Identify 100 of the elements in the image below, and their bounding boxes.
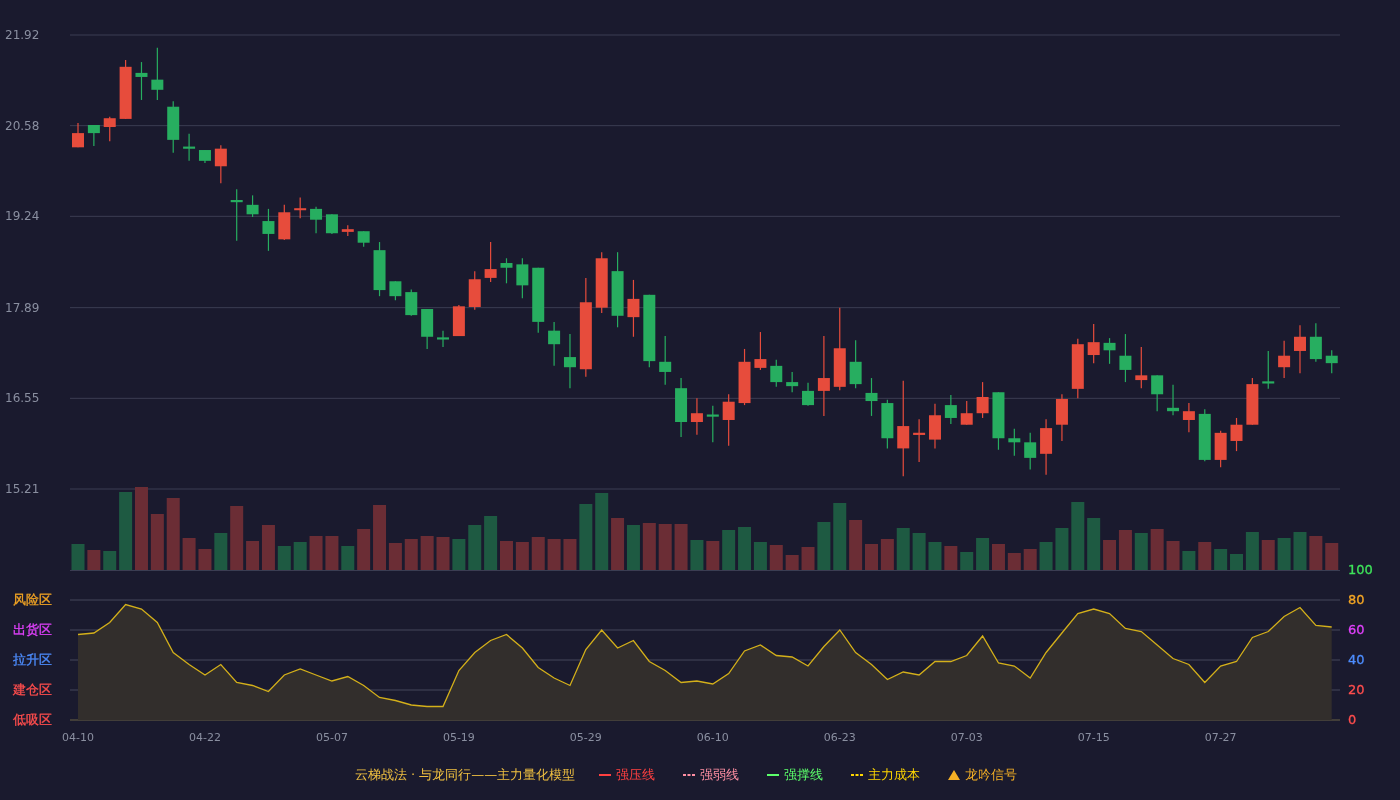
candlestick (151, 47, 164, 101)
candlestick (389, 280, 402, 301)
candlestick (865, 377, 878, 417)
legend-label: 强弱线 (700, 766, 740, 784)
axis-label: 07-03 (950, 731, 983, 744)
axis-label: 20 (1348, 682, 1365, 697)
candlestick (1024, 432, 1037, 470)
candlestick (1119, 333, 1132, 383)
axis-label: 06-23 (823, 731, 856, 744)
legend-label: 龙吟信号 (965, 766, 1018, 784)
candlestick (706, 405, 719, 443)
candlestick (595, 251, 608, 314)
axis-label: 06-10 (696, 731, 729, 744)
candlestick (1294, 324, 1306, 374)
candlestick (230, 188, 243, 242)
axis-label: 05-19 (442, 731, 475, 744)
candlestick (627, 279, 640, 338)
candlestick (1214, 430, 1227, 468)
candlestick (1309, 322, 1322, 363)
axis-label: 04-22 (189, 731, 221, 744)
candlestick (786, 371, 799, 393)
candlestick (135, 61, 148, 101)
candlestick (563, 333, 576, 389)
candlestick (262, 208, 275, 252)
axis-label: 17.89 (5, 300, 40, 315)
candlestick (1262, 350, 1275, 390)
candlestick (944, 394, 957, 425)
zone-label: 出货区 (13, 622, 52, 637)
zone-label: 建仓区 (13, 682, 52, 697)
candlestick (770, 359, 783, 388)
candlestick (548, 321, 561, 367)
candlestick (1055, 393, 1068, 442)
axis-label: 40 (1348, 652, 1365, 667)
axis-label: 07-27 (1204, 731, 1237, 744)
candlestick (1167, 384, 1180, 416)
legend-label: 主力成本 (868, 766, 921, 784)
candlestick (738, 348, 751, 406)
axis-label: 20.58 (5, 118, 40, 133)
candlestick (421, 308, 434, 350)
candlestick (1278, 340, 1291, 379)
candlestick (675, 377, 688, 438)
candlestick (516, 257, 529, 299)
candlestick (294, 196, 307, 219)
candlestick (1008, 428, 1021, 457)
candlestick (754, 331, 767, 371)
axis-label: 100 (1348, 562, 1373, 577)
zone-label: 低吸区 (13, 712, 52, 727)
candlestick (1135, 346, 1148, 389)
candlestick (1182, 402, 1195, 433)
candlestick (1071, 338, 1084, 399)
candlestick (1246, 377, 1259, 426)
candlestick (310, 206, 323, 234)
candlestick (960, 400, 973, 426)
axis-label: 21.92 (5, 28, 40, 42)
axis-label: 15.21 (5, 482, 40, 496)
legend-title: 云梯战法 · 与龙同行——主力量化模型 (354, 766, 576, 784)
candlestick (1198, 408, 1211, 462)
candlestick (214, 144, 227, 184)
candlestick (659, 335, 672, 386)
candlestick (722, 393, 735, 447)
candlestick (405, 288, 418, 317)
axis-label: 16.55 (5, 391, 40, 406)
legend-label: 强撑线 (784, 766, 824, 784)
candlestick (913, 418, 926, 463)
candlestick (373, 241, 386, 297)
axis-label: 07-15 (1077, 731, 1110, 744)
legend-label: 强压线 (616, 766, 656, 784)
candlestick (278, 204, 291, 241)
candlestick (246, 194, 259, 218)
axis-label: 60 (1348, 622, 1365, 637)
candlestick (500, 257, 513, 284)
candlestick (198, 149, 211, 164)
zone-label: 拉升区 (13, 652, 52, 667)
candlestick (532, 267, 545, 334)
candlestick (881, 399, 894, 449)
zone-label: 风险区 (13, 592, 52, 607)
candlestick (103, 116, 116, 142)
candlestick (1040, 418, 1053, 476)
candlestick (119, 59, 132, 120)
axis-label: 04-10 (62, 731, 94, 744)
candlestick (468, 270, 481, 311)
candlestick (929, 403, 941, 449)
axis-label: 0 (1348, 712, 1357, 727)
candlestick (183, 133, 196, 162)
candlestick (1230, 417, 1243, 452)
axis-label: 05-29 (569, 731, 602, 744)
candlestick (976, 381, 989, 419)
candlestick (357, 230, 370, 248)
candlestick (1325, 349, 1338, 374)
candlestick (87, 124, 100, 147)
candlestick (72, 122, 84, 148)
candlestick (167, 100, 180, 154)
candlestick (992, 391, 1005, 451)
candlestick (802, 382, 814, 407)
candlestick (341, 224, 354, 237)
candlestick (484, 241, 497, 283)
candlestick (437, 330, 449, 348)
candlestick (849, 339, 862, 389)
axis-label: 19.24 (5, 209, 40, 224)
candlestick (1151, 374, 1164, 412)
